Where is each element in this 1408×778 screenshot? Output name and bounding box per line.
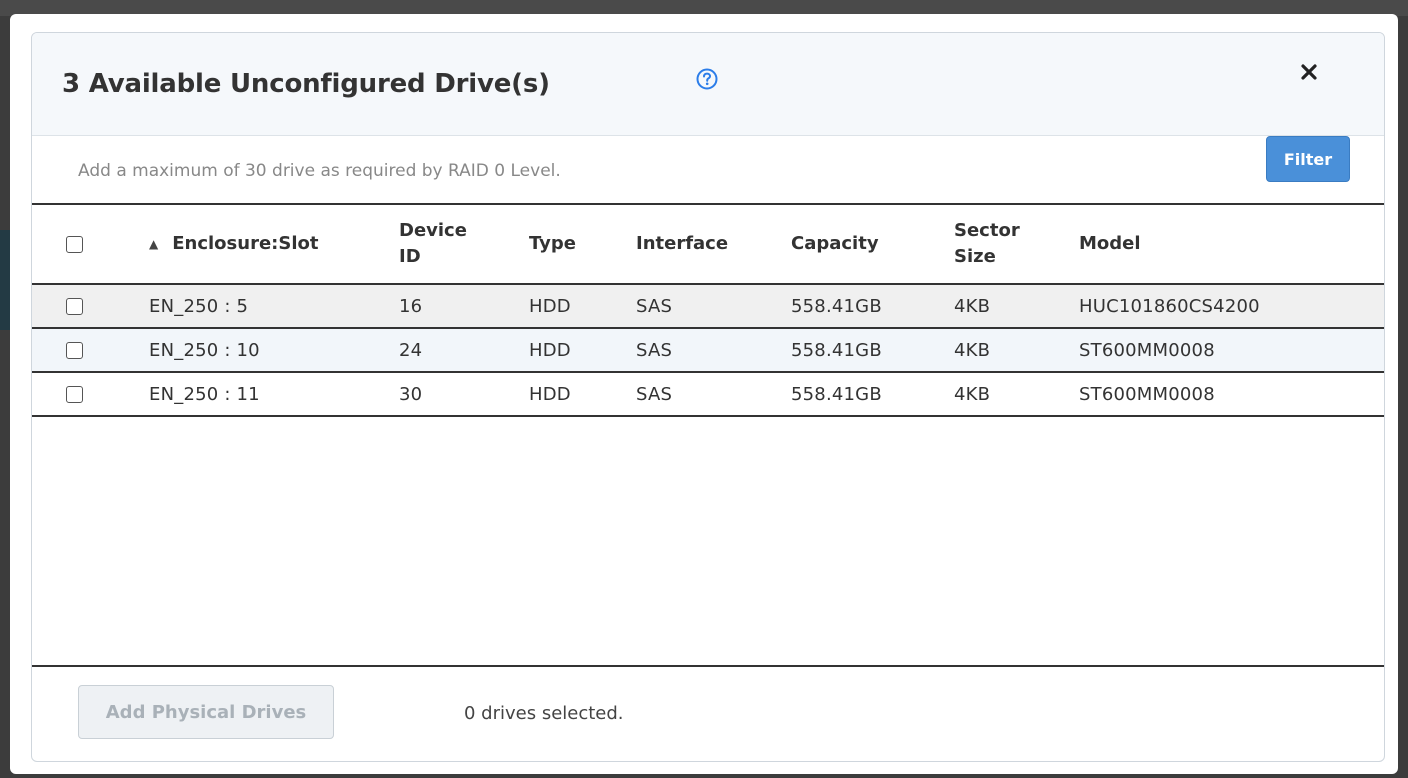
table-row[interactable]: EN_250 : 5 16 HDD SAS 558.41GB 4KB HUC10… <box>32 285 1384 329</box>
cell-model: HUC101860CS4200 <box>1079 295 1260 317</box>
cell-enclosure-slot: EN_250 : 10 <box>149 339 260 361</box>
table-header: ▲ Enclosure:Slot Device ID Type Interfac… <box>32 205 1384 285</box>
table-row[interactable]: EN_250 : 11 30 HDD SAS 558.41GB 4KB ST60… <box>32 373 1384 417</box>
cell-sector-size: 4KB <box>954 339 991 361</box>
cell-capacity: 558.41GB <box>791 295 882 317</box>
cell-device-id: 16 <box>399 295 423 317</box>
close-icon[interactable] <box>1296 61 1322 87</box>
column-header-capacity[interactable]: Capacity <box>791 205 879 283</box>
cell-type: HDD <box>529 339 571 361</box>
cell-capacity: 558.41GB <box>791 383 882 405</box>
column-header-model[interactable]: Model <box>1079 205 1141 283</box>
cell-interface: SAS <box>636 339 673 361</box>
column-header-interface[interactable]: Interface <box>636 205 728 283</box>
cell-interface: SAS <box>636 383 673 405</box>
footer-divider <box>32 665 1384 667</box>
cell-type: HDD <box>529 295 571 317</box>
filter-button[interactable]: Filter <box>1266 136 1350 182</box>
dialog-title: 3 Available Unconfigured Drive(s) <box>62 69 550 99</box>
cell-capacity: 558.41GB <box>791 339 882 361</box>
drives-table: ▲ Enclosure:Slot Device ID Type Interfac… <box>32 203 1384 417</box>
unconfigured-drives-dialog: 3 Available Unconfigured Drive(s) Add a … <box>31 32 1385 762</box>
selection-count: 0 drives selected. <box>464 703 624 724</box>
table-row[interactable]: EN_250 : 10 24 HDD SAS 558.41GB 4KB ST60… <box>32 329 1384 373</box>
sort-ascending-icon: ▲ <box>149 237 159 251</box>
question-circle-icon[interactable] <box>696 68 718 90</box>
row-checkbox[interactable] <box>66 341 83 359</box>
cell-model: ST600MM0008 <box>1079 339 1215 361</box>
select-all-checkbox[interactable] <box>66 235 83 253</box>
column-label: Enclosure:Slot <box>172 233 319 254</box>
column-label: Device ID <box>399 220 467 267</box>
row-checkbox[interactable] <box>66 385 83 403</box>
cell-enclosure-slot: EN_250 : 11 <box>149 383 260 405</box>
cell-enclosure-slot: EN_250 : 5 <box>149 295 249 317</box>
raid-limit-hint: Add a maximum of 30 drive as required by… <box>78 161 561 181</box>
column-label: Sector Size <box>954 220 1020 267</box>
cell-type: HDD <box>529 383 571 405</box>
column-header-type[interactable]: Type <box>529 205 576 283</box>
column-header-device-id[interactable]: Device ID <box>399 205 479 283</box>
dialog-header: 3 Available Unconfigured Drive(s) <box>32 33 1384 136</box>
column-header-enclosure-slot[interactable]: ▲ Enclosure:Slot <box>149 205 318 283</box>
cell-interface: SAS <box>636 295 673 317</box>
cell-model: ST600MM0008 <box>1079 383 1215 405</box>
cell-sector-size: 4KB <box>954 383 991 405</box>
row-checkbox[interactable] <box>66 297 83 315</box>
cell-sector-size: 4KB <box>954 295 991 317</box>
cell-device-id: 24 <box>399 339 423 361</box>
cell-device-id: 30 <box>399 383 423 405</box>
column-header-sector-size[interactable]: Sector Size <box>954 205 1034 283</box>
add-physical-drives-button[interactable]: Add Physical Drives <box>78 685 334 739</box>
